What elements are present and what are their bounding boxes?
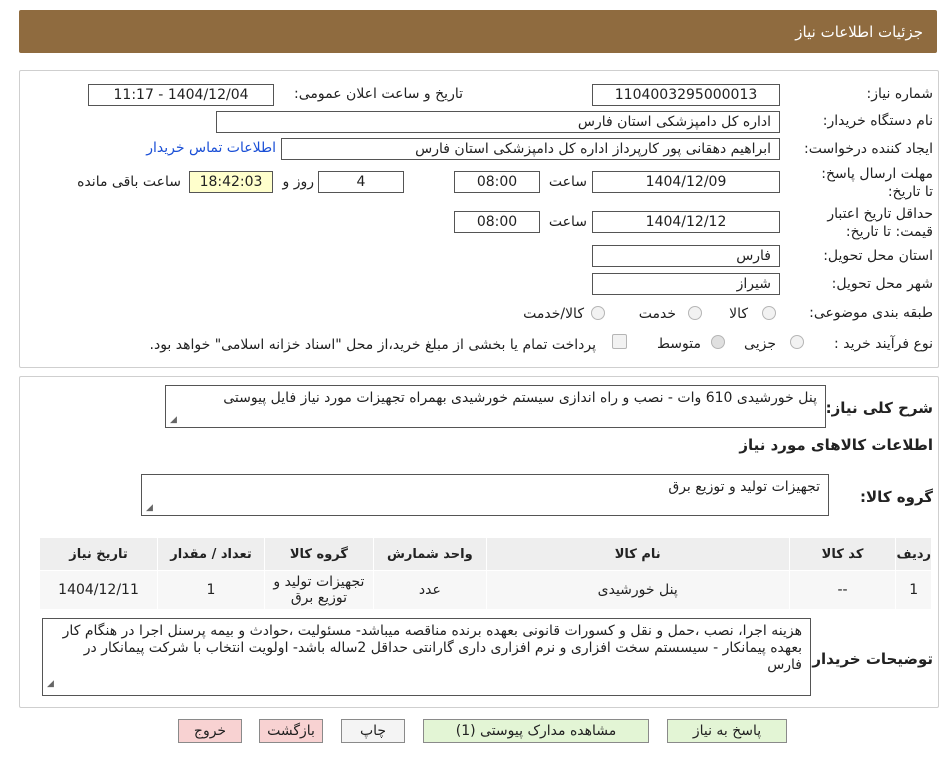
need-number-field: 1104003295000013: [592, 84, 780, 106]
summary-label: شرح کلی نیاز:: [825, 399, 933, 417]
summary-textarea: پنل خورشیدی 610 وات - نصب و راه اندازی س…: [165, 385, 826, 428]
goods-group-label: گروه کالا:: [860, 488, 933, 506]
exit-button[interactable]: خروج: [178, 719, 242, 743]
category-option-goods-service: کالا/خدمت: [523, 306, 584, 322]
treasury-note: پرداخت تمام یا بخشی از مبلغ خرید،از محل …: [149, 337, 596, 353]
treasury-checkbox[interactable]: [612, 334, 627, 349]
table-row[interactable]: 1 -- پنل خورشیدی عدد تجهیزات تولید و توز…: [38, 570, 932, 610]
cell-unit: عدد: [372, 570, 487, 610]
col-header-goods-name: نام کالا: [485, 537, 790, 571]
buyer-contact-link[interactable]: اطلاعات تماس خریدار: [146, 140, 276, 156]
buyer-notes-label: توضیحات خریدار:: [806, 650, 933, 668]
resize-grip-icon[interactable]: ◢: [47, 676, 54, 693]
time-left-field: 18:42:03: [189, 171, 273, 193]
cell-goods-code: --: [788, 570, 897, 610]
purchase-radio-medium[interactable]: [711, 335, 725, 349]
col-header-goods-code: کد کالا: [788, 537, 897, 571]
purchase-radio-minor[interactable]: [790, 335, 804, 349]
delivery-city-label: شهر محل تحویل:: [831, 276, 933, 292]
requester-field: ابراهیم دهقانی پور کارپرداز اداره کل دام…: [281, 138, 780, 160]
cell-quantity: 1: [157, 570, 265, 610]
validity-time-field: 08:00: [454, 211, 540, 233]
goods-info-heading: اطلاعات کالاهای مورد نیاز: [739, 436, 933, 454]
page-header: جزئیات اطلاعات نیاز: [19, 10, 937, 53]
col-header-unit: واحد شمارش: [372, 537, 487, 571]
category-radio-goods[interactable]: [762, 306, 776, 320]
reply-time-label: ساعت: [548, 174, 587, 190]
buyer-notes-textarea: هزینه اجرا، نصب ،حمل و نقل و کسورات قانو…: [42, 618, 811, 696]
need-number-label: شماره نیاز:: [866, 86, 934, 102]
goods-group-textarea: تجهیزات تولید و توزیع برق ◢: [141, 474, 829, 516]
reply-date-field: 1404/12/09: [592, 171, 780, 193]
reply-button[interactable]: پاسخ به نیاز: [667, 719, 787, 743]
purchase-type-label: نوع فرآیند خرید :: [834, 336, 933, 352]
reply-time-field: 08:00: [454, 171, 540, 193]
requester-label: ایجاد کننده درخواست:: [804, 141, 933, 157]
items-table: ردیف کد کالا نام کالا واحد شمارش گروه کا…: [38, 537, 932, 610]
delivery-province-label: استان محل تحویل:: [823, 248, 933, 264]
print-button[interactable]: چاپ: [341, 719, 405, 743]
buyer-org-label: نام دستگاه خریدار:: [822, 113, 933, 129]
goods-group-text: تجهیزات تولید و توزیع برق: [668, 479, 820, 495]
announce-datetime-label: تاریخ و ساعت اعلان عمومی:: [294, 86, 463, 102]
back-button[interactable]: بازگشت: [259, 719, 323, 743]
summary-text: پنل خورشیدی 610 وات - نصب و راه اندازی س…: [223, 390, 817, 406]
category-option-goods: کالا: [729, 306, 748, 322]
category-radio-goods-service[interactable]: [591, 306, 605, 320]
validity-date-field: 1404/12/12: [592, 211, 780, 233]
page-title: جزئیات اطلاعات نیاز: [795, 22, 923, 41]
col-header-quantity: تعداد / مقدار: [157, 537, 265, 571]
delivery-province-field: فارس: [592, 245, 780, 267]
resize-grip-icon[interactable]: ◢: [146, 503, 153, 513]
purchase-option-minor: جزیی: [744, 336, 776, 352]
validity-time-label: ساعت: [548, 214, 587, 230]
hours-remaining-label: ساعت باقی مانده: [77, 174, 181, 190]
col-header-need-date: تاریخ نیاز: [38, 537, 159, 571]
col-header-goods-group: گروه کالا: [263, 537, 374, 571]
view-attachments-button[interactable]: مشاهده مدارک پیوستی (1): [423, 719, 649, 743]
category-label: طبقه بندی موضوعی:: [809, 305, 933, 321]
cell-goods-name: پنل خورشیدی: [485, 570, 790, 610]
col-header-row-number: ردیف: [895, 537, 932, 571]
buyer-org-field: اداره کل دامپزشکی استان فارس: [216, 111, 780, 133]
table-header-row: ردیف کد کالا نام کالا واحد شمارش گروه کا…: [38, 537, 932, 571]
cell-row-number: 1: [895, 570, 932, 610]
days-left-field: 4: [318, 171, 404, 193]
purchase-option-medium: متوسط: [657, 336, 701, 352]
category-radio-service[interactable]: [688, 306, 702, 320]
cell-need-date: 1404/12/11: [38, 570, 159, 610]
announce-datetime-field: 1404/12/04 - 11:17: [88, 84, 274, 106]
buyer-notes-text: هزینه اجرا، نصب ،حمل و نقل و کسورات قانو…: [62, 623, 802, 673]
category-option-service: خدمت: [638, 306, 676, 322]
reply-deadline-label: مهلت ارسال پاسخ: تا تاریخ:: [821, 166, 933, 200]
day-and-label: روز و: [282, 174, 315, 190]
delivery-city-field: شیراز: [592, 273, 780, 295]
cell-goods-group: تجهیزات تولید و توزیع برق: [263, 570, 374, 610]
resize-grip-icon[interactable]: ◢: [170, 415, 177, 425]
price-validity-label: حداقل تاریخ اعتبار قیمت: تا تاریخ:: [827, 206, 933, 240]
